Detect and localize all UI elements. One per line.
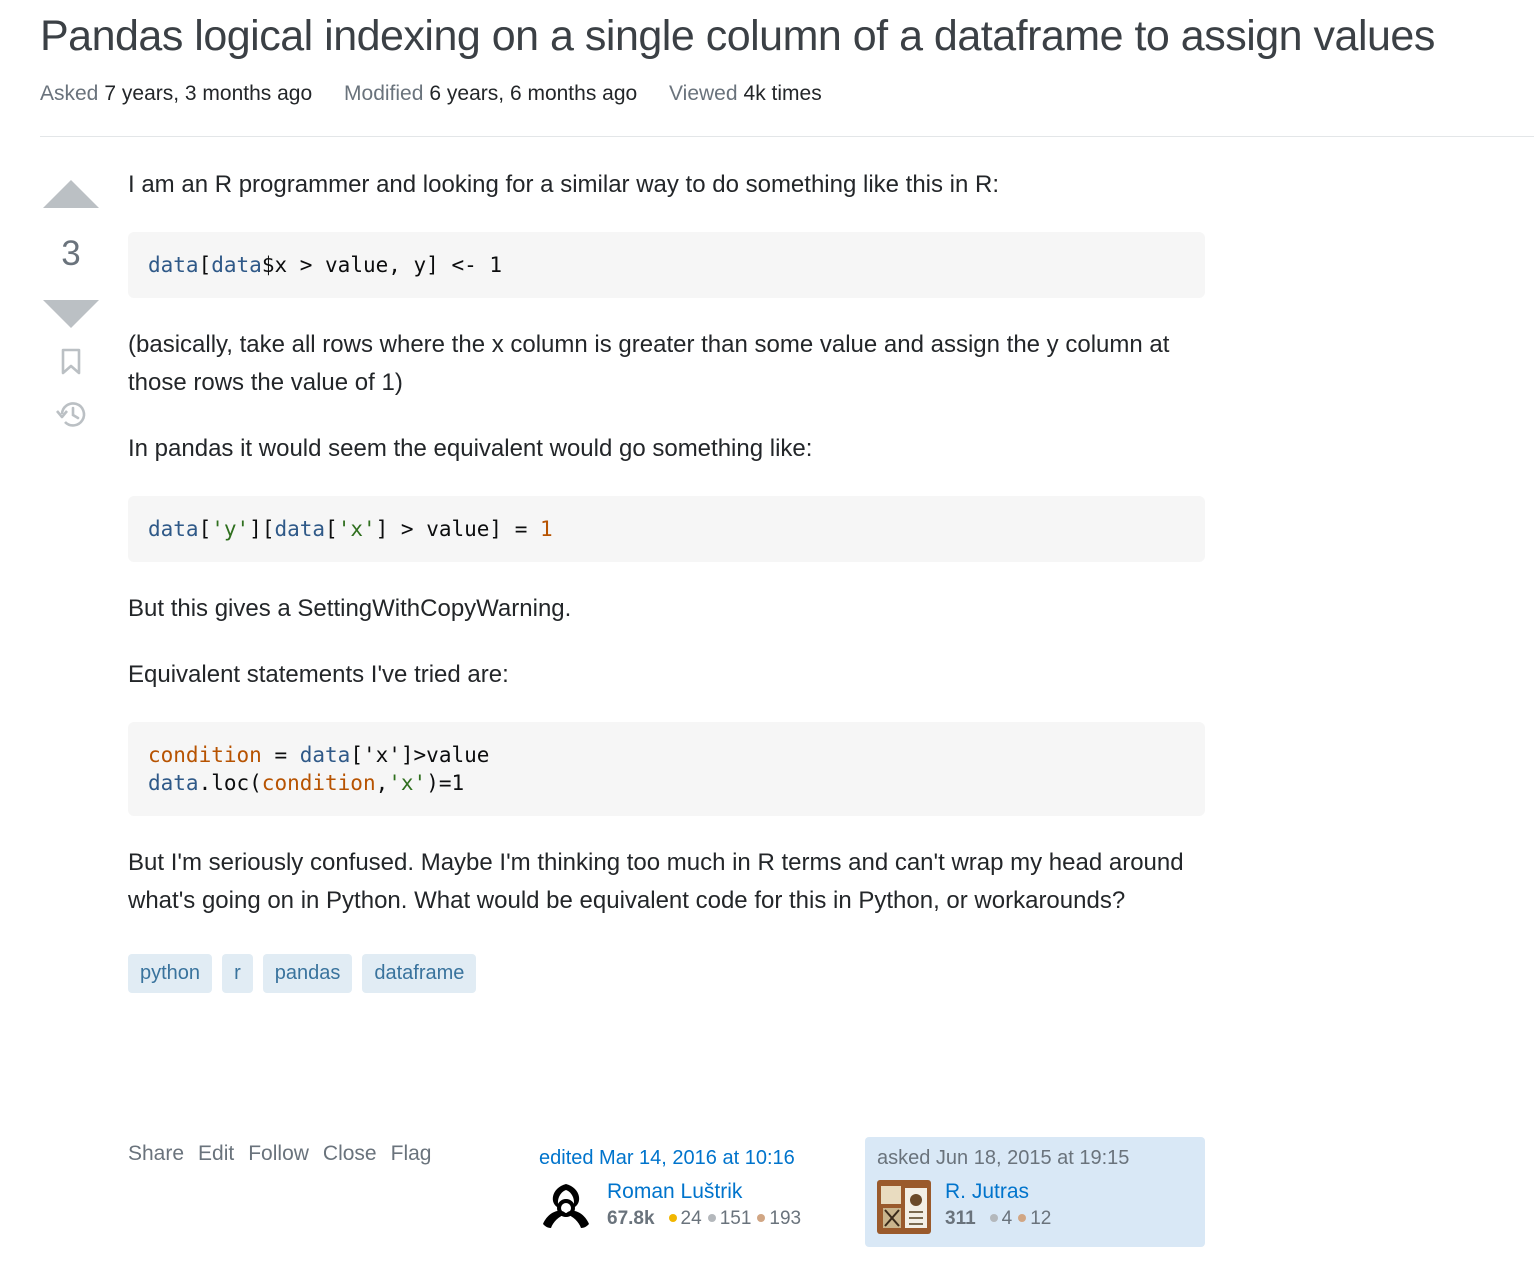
question-title[interactable]: Pandas logical indexing on a single colu… (40, 12, 1435, 61)
code-token: data (148, 517, 199, 541)
editor-name[interactable]: Roman Luštrik (607, 1180, 801, 1204)
code-token: $x > value, y] <- 1 (261, 253, 503, 277)
question-meta: Asked 7 years, 3 months ago Modified 6 yea… (40, 82, 848, 106)
silver-badge-icon (989, 1213, 998, 1222)
paragraph: In pandas it would seem the equivalent w… (128, 435, 813, 462)
code-token: ][ (249, 517, 275, 541)
close-link[interactable]: Close (323, 1142, 377, 1165)
edit-link[interactable]: Edit (198, 1142, 234, 1165)
asked-timestamp[interactable]: asked Jun 18, 2015 at 19:15 (877, 1147, 1193, 1170)
question-body: I am an R programmer and looking for a s… (128, 166, 1205, 993)
code-token: 'x' (388, 771, 427, 795)
owner-reputation: 311 4 12 (945, 1208, 1052, 1229)
meta-viewed: Viewed 4k times (669, 82, 822, 105)
code-token: condition (261, 771, 376, 795)
code-token: [ (198, 517, 212, 541)
paragraph: But this gives a SettingWithCopyWarning. (128, 595, 572, 622)
tag-list: python r pandas dataframe (128, 954, 1205, 993)
code-token: ] > value] = (375, 517, 541, 541)
post-menu: Share Edit Follow Close Flag (128, 1142, 445, 1166)
silver-badge-icon (707, 1213, 716, 1222)
code-token: 'x' (337, 517, 376, 541)
code-token: data (148, 771, 199, 795)
code-token: 'y' (211, 517, 250, 541)
meta-modified: Modified 6 years, 6 months ago (344, 82, 638, 105)
editor-signature: edited Mar 14, 2016 at 10:16 Roman Luštr… (527, 1137, 847, 1247)
code-token: condition (148, 743, 262, 767)
editor-reputation: 67.8k 24 151 193 (607, 1208, 802, 1229)
code-token: )=1 (426, 771, 465, 795)
code-token: ['x']>value (350, 743, 490, 767)
owner-name[interactable]: R. Jutras (945, 1180, 1051, 1204)
header-divider (40, 136, 1534, 137)
history-icon[interactable] (54, 398, 88, 430)
vote-count: 3 (61, 234, 81, 273)
meta-asked: Asked 7 years, 3 months ago (40, 82, 313, 105)
vote-cell: 3 (40, 175, 102, 430)
share-link[interactable]: Share (128, 1142, 184, 1165)
tag-pandas[interactable]: pandas (262, 954, 353, 993)
owner-avatar[interactable] (877, 1180, 931, 1234)
code-token: data (274, 517, 326, 541)
edited-timestamp[interactable]: edited Mar 14, 2016 at 10:16 (539, 1147, 835, 1170)
paragraph: But I'm seriously confused. Maybe I'm th… (128, 849, 1184, 914)
gold-badge-icon (668, 1213, 677, 1222)
bookmark-icon[interactable] (60, 348, 82, 376)
paragraph: I am an R programmer and looking for a s… (128, 171, 1000, 198)
code-token: = (261, 743, 300, 767)
code-token: .loc( (198, 771, 262, 795)
code-block: data[data$x > value, y] <- 1 (128, 232, 1205, 298)
code-token: data (211, 253, 262, 277)
tag-python[interactable]: python (128, 954, 213, 993)
follow-link[interactable]: Follow (248, 1142, 309, 1165)
paragraph: Equivalent statements I've tried are: (128, 661, 509, 688)
upvote-icon[interactable] (43, 180, 99, 208)
bronze-badge-icon (1018, 1213, 1027, 1222)
editor-avatar[interactable] (539, 1180, 593, 1234)
code-token: data (148, 253, 199, 277)
tag-r[interactable]: r (222, 954, 253, 993)
code-block: data['y'][data['x'] > value] = 1 (128, 496, 1205, 562)
tag-dataframe[interactable]: dataframe (362, 954, 477, 993)
code-block: condition = data['x']>value data.loc(con… (128, 722, 1205, 816)
bronze-badge-icon (757, 1213, 766, 1222)
paragraph: (basically, take all rows where the x co… (128, 331, 1170, 396)
owner-signature: asked Jun 18, 2015 at 19:15 R. Jutras 31… (865, 1137, 1205, 1247)
code-token: data (299, 743, 351, 767)
code-token: 1 (540, 517, 553, 541)
code-token: [ (325, 517, 338, 541)
downvote-icon[interactable] (43, 300, 99, 328)
code-token: , (375, 771, 389, 795)
flag-link[interactable]: Flag (391, 1142, 432, 1165)
code-token: [ (198, 253, 212, 277)
